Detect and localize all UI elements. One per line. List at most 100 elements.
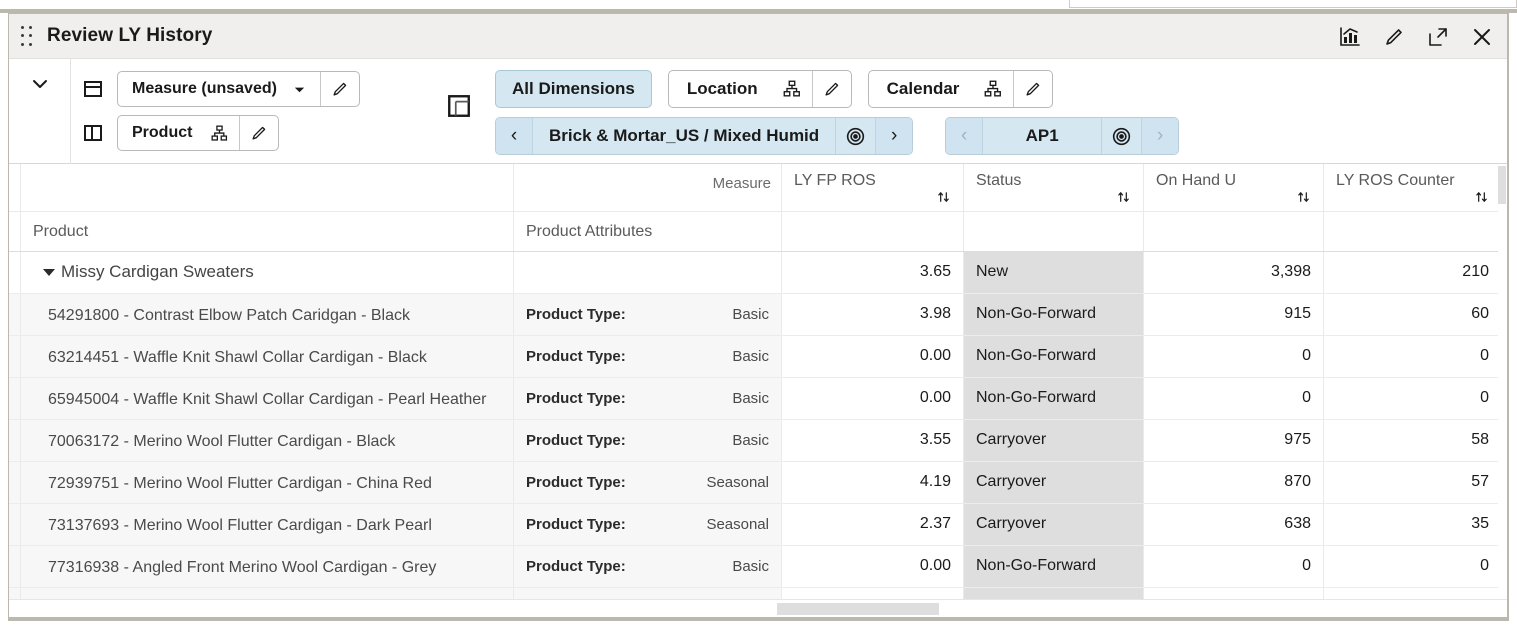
ly-fp-ros-cell[interactable]: 3.98 bbox=[782, 294, 964, 335]
header-ly-ros-counter[interactable]: LY ROS Counter bbox=[1324, 164, 1502, 211]
vertical-scrollbar[interactable] bbox=[1498, 164, 1507, 617]
product-edit-icon[interactable] bbox=[239, 116, 278, 150]
ly-fp-ros-cell[interactable]: 3.55 bbox=[782, 420, 964, 461]
ly-ros-counter-cell[interactable]: 60 bbox=[1324, 294, 1502, 335]
dimension-chip-calendar[interactable]: Calendar bbox=[867, 70, 1054, 108]
product-cell[interactable]: 77316938 - Angled Front Merino Wool Card… bbox=[21, 546, 514, 587]
table-row[interactable]: 54291800 - Contrast Elbow Patch Caridgan… bbox=[9, 294, 1507, 336]
product-attributes-cell[interactable]: Product Type: Basic bbox=[514, 336, 782, 377]
measure-selector-chip[interactable]: Measure (unsaved) bbox=[117, 71, 360, 107]
product-cell[interactable]: 54291800 - Contrast Elbow Patch Caridgan… bbox=[21, 294, 514, 335]
calendar-edit-icon[interactable] bbox=[1013, 71, 1052, 107]
status-cell[interactable]: Carryover bbox=[964, 504, 1144, 545]
table-row[interactable]: 65945004 - Waffle Knit Shawl Collar Card… bbox=[9, 378, 1507, 420]
ly-fp-ros-cell[interactable]: 0.00 bbox=[782, 546, 964, 587]
ly-ros-counter-cell[interactable]: 57 bbox=[1324, 462, 1502, 503]
close-icon[interactable] bbox=[1471, 26, 1493, 48]
panel-toggle-icon[interactable] bbox=[446, 93, 472, 124]
product-cell[interactable]: 73137693 - Merino Wool Flutter Cardigan … bbox=[21, 504, 514, 545]
horizontal-scrollbar-thumb[interactable] bbox=[777, 603, 939, 615]
ly-fp-ros-cell[interactable]: 4.19 bbox=[782, 462, 964, 503]
group-ly-ros-counter-cell[interactable]: 210 bbox=[1324, 252, 1502, 293]
header-product[interactable]: Product bbox=[21, 212, 514, 251]
expand-icon[interactable] bbox=[1427, 26, 1449, 48]
status-cell[interactable]: Non-Go-Forward bbox=[964, 336, 1144, 377]
vertical-scrollbar-thumb[interactable] bbox=[1498, 166, 1506, 204]
sort-updown-icon[interactable] bbox=[1474, 190, 1489, 210]
calendar-nav-label[interactable]: AP1 bbox=[982, 118, 1103, 154]
on-hand-u-cell[interactable]: 638 bbox=[1144, 504, 1324, 545]
product-attributes-cell[interactable]: Product Type: Basic bbox=[514, 378, 782, 419]
sort-updown-icon[interactable] bbox=[936, 190, 951, 210]
measure-edit-icon[interactable] bbox=[319, 72, 359, 106]
header-ly-fp-ros[interactable]: LY FP ROS bbox=[782, 164, 964, 211]
chart-icon[interactable] bbox=[1339, 26, 1361, 48]
ly-fp-ros-cell[interactable]: 0.00 bbox=[782, 336, 964, 377]
product-cell[interactable]: 65945004 - Waffle Knit Shawl Collar Card… bbox=[21, 378, 514, 419]
location-prev-button[interactable]: ‹ bbox=[496, 118, 532, 154]
on-hand-u-cell[interactable]: 915 bbox=[1144, 294, 1324, 335]
header-product-attributes[interactable]: Product Attributes bbox=[514, 212, 782, 251]
ly-ros-counter-cell[interactable]: 0 bbox=[1324, 378, 1502, 419]
group-product-cell[interactable]: Missy Cardigan Sweaters bbox=[21, 252, 514, 293]
product-attributes-cell[interactable]: Product Type: Seasonal bbox=[514, 462, 782, 503]
status-cell[interactable]: Carryover bbox=[964, 462, 1144, 503]
hierarchy-icon[interactable] bbox=[204, 124, 239, 143]
product-attributes-cell[interactable]: Product Type: Basic bbox=[514, 420, 782, 461]
location-nav-label[interactable]: Brick & Mortar_US / Mixed Humid bbox=[532, 118, 837, 154]
table-row[interactable]: 73137693 - Merino Wool Flutter Cardigan … bbox=[9, 504, 1507, 546]
calendar-next-button[interactable]: › bbox=[1142, 118, 1179, 154]
location-next-button[interactable]: › bbox=[876, 118, 913, 154]
drag-handle[interactable] bbox=[21, 26, 33, 48]
sort-updown-icon[interactable] bbox=[1116, 190, 1131, 210]
group-status-cell[interactable]: New bbox=[964, 252, 1144, 293]
status-cell[interactable]: Non-Go-Forward bbox=[964, 546, 1144, 587]
table-row[interactable]: 77316938 - Angled Front Merino Wool Card… bbox=[9, 546, 1507, 588]
table-row[interactable]: 63214451 - Waffle Knit Shawl Collar Card… bbox=[9, 336, 1507, 378]
on-hand-u-cell[interactable]: 0 bbox=[1144, 336, 1324, 377]
cell-value: 0 bbox=[1480, 347, 1489, 364]
header-on-hand-u[interactable]: On Hand U bbox=[1144, 164, 1324, 211]
hierarchy-icon[interactable] bbox=[776, 79, 812, 99]
product-attributes-cell[interactable]: Product Type: Basic bbox=[514, 546, 782, 587]
status-cell[interactable]: Non-Go-Forward bbox=[964, 294, 1144, 335]
group-on-hand-u-cell[interactable]: 3,398 bbox=[1144, 252, 1324, 293]
table-row-group[interactable]: Missy Cardigan Sweaters 3.65 New 3,398 2… bbox=[9, 252, 1507, 294]
table-row[interactable]: 72939751 - Merino Wool Flutter Cardigan … bbox=[9, 462, 1507, 504]
product-cell[interactable]: 63214451 - Waffle Knit Shawl Collar Card… bbox=[21, 336, 514, 377]
sort-updown-icon[interactable] bbox=[1296, 190, 1311, 210]
group-ly-fp-ros-cell[interactable]: 3.65 bbox=[782, 252, 964, 293]
chevron-down-icon[interactable] bbox=[29, 73, 51, 95]
target-icon[interactable] bbox=[836, 118, 877, 154]
ly-ros-counter-cell[interactable]: 58 bbox=[1324, 420, 1502, 461]
ly-ros-counter-cell[interactable]: 0 bbox=[1324, 336, 1502, 377]
product-attributes-cell[interactable]: Product Type: Basic bbox=[514, 294, 782, 335]
ly-ros-counter-cell[interactable]: 0 bbox=[1324, 546, 1502, 587]
horizontal-scrollbar[interactable] bbox=[9, 599, 1507, 617]
cell-value: 0.00 bbox=[919, 389, 951, 406]
ly-fp-ros-cell[interactable]: 2.37 bbox=[782, 504, 964, 545]
table-row[interactable]: 70063172 - Merino Wool Flutter Cardigan … bbox=[9, 420, 1507, 462]
target-icon[interactable] bbox=[1102, 118, 1143, 154]
dimension-chip-location[interactable]: Location bbox=[667, 70, 852, 108]
caret-down-icon[interactable] bbox=[43, 269, 55, 276]
status-cell[interactable]: Carryover bbox=[964, 420, 1144, 461]
ly-fp-ros-cell[interactable]: 0.00 bbox=[782, 378, 964, 419]
product-cell[interactable]: 70063172 - Merino Wool Flutter Cardigan … bbox=[21, 420, 514, 461]
on-hand-u-cell[interactable]: 0 bbox=[1144, 546, 1324, 587]
hierarchy-icon[interactable] bbox=[977, 79, 1013, 99]
product-cell[interactable]: 72939751 - Merino Wool Flutter Cardigan … bbox=[21, 462, 514, 503]
header-status[interactable]: Status bbox=[964, 164, 1144, 211]
product-selector-chip[interactable]: Product bbox=[117, 115, 280, 151]
on-hand-u-cell[interactable]: 975 bbox=[1144, 420, 1324, 461]
on-hand-u-cell[interactable]: 0 bbox=[1144, 378, 1324, 419]
location-edit-icon[interactable] bbox=[811, 71, 851, 107]
chevron-down-icon[interactable] bbox=[289, 83, 320, 96]
edit-icon[interactable] bbox=[1383, 26, 1405, 48]
product-attributes-cell[interactable]: Product Type: Seasonal bbox=[514, 504, 782, 545]
status-cell[interactable]: Non-Go-Forward bbox=[964, 378, 1144, 419]
on-hand-u-cell[interactable]: 870 bbox=[1144, 462, 1324, 503]
calendar-prev-button[interactable]: ‹ bbox=[946, 118, 983, 154]
ly-ros-counter-cell[interactable]: 35 bbox=[1324, 504, 1502, 545]
dimension-chip-all-dimensions[interactable]: All Dimensions bbox=[495, 70, 652, 108]
